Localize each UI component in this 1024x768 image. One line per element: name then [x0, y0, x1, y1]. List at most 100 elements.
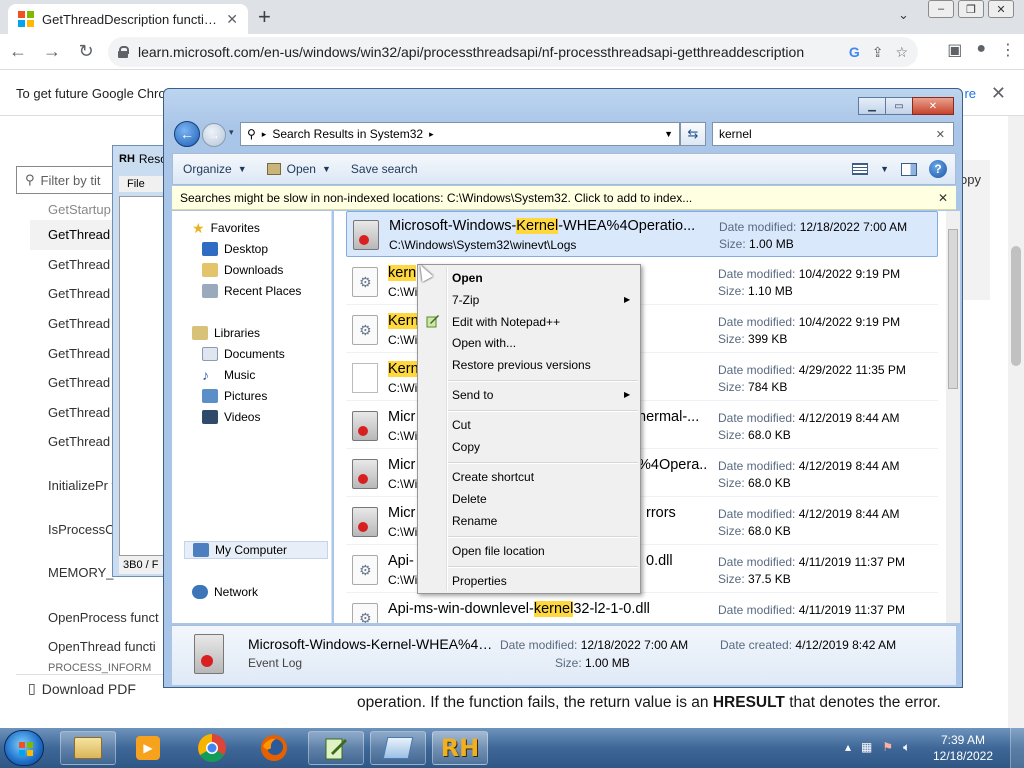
breadcrumb-arrow-icon[interactable]: ▸ — [429, 129, 434, 140]
menu-item-cut[interactable]: Cut — [452, 416, 471, 434]
tab-close-icon[interactable]: ✕ — [226, 11, 238, 28]
url-text[interactable]: learn.microsoft.com/en-us/windows/win32/… — [138, 44, 839, 60]
nav-my-computer[interactable]: My Computer — [184, 541, 328, 559]
nav-downloads[interactable]: Downloads — [202, 261, 283, 279]
index-warning-text[interactable]: Searches might be slow in non-indexed lo… — [180, 191, 692, 205]
restore-icon[interactable]: ❐ — [958, 0, 984, 18]
taskbar-chrome[interactable] — [184, 731, 240, 765]
nav-music[interactable]: ♪ Music — [202, 366, 255, 384]
page-scrollbar-thumb[interactable] — [1011, 246, 1021, 366]
taskbar-notepadpp[interactable] — [308, 731, 364, 765]
menu-item-send-to[interactable]: Send to — [452, 386, 493, 404]
back-arrow-icon[interactable]: ← — [174, 121, 200, 147]
share-icon[interactable]: ⇪ — [872, 44, 884, 61]
infobar-close-icon[interactable]: ✕ — [991, 83, 1006, 104]
file-row-selected[interactable]: Microsoft-Windows-Kernel-WHEA%4Operatio.… — [346, 211, 938, 257]
browser-tab[interactable]: GetThreadDescription function (p ✕ — [8, 4, 248, 34]
copy-code-button[interactable]: opy — [960, 172, 981, 187]
taskbar-resource-hacker[interactable]: RH — [432, 731, 488, 765]
action-center-flag-icon[interactable]: ⚑ — [882, 740, 893, 755]
reload-icon[interactable]: ↻ — [70, 36, 102, 68]
open-button[interactable]: Open ▼ — [257, 162, 341, 176]
minimize-icon[interactable]: ▁ — [858, 97, 886, 115]
menu-item-properties[interactable]: Properties — [452, 572, 507, 590]
size-label: Size: — [718, 572, 745, 586]
toc-item[interactable]: OpenThread functi — [48, 632, 168, 662]
command-bar: Organize ▼ Open ▼ Save search ▼ ? — [172, 153, 956, 185]
chrome-menu-icon[interactable]: ⋮ — [1000, 40, 1016, 60]
menu-item-restore-versions[interactable]: Restore previous versions — [452, 356, 591, 374]
download-pdf-button[interactable]: ▯ Download PDF — [16, 674, 166, 702]
tab-search-chevron-icon[interactable]: ⌄ — [898, 7, 909, 23]
index-warning-bar[interactable]: Searches might be slow in non-indexed lo… — [172, 186, 956, 210]
nav-recent-places[interactable]: Recent Places — [202, 282, 301, 300]
taskbar-clock[interactable]: 7:39 AM 12/18/2022 — [924, 732, 1002, 764]
menu-item-edit-notepadpp[interactable]: Edit with Notepad++ — [452, 313, 560, 331]
nav-pictures[interactable]: Pictures — [202, 387, 267, 405]
size-value: 1.00 MB — [585, 656, 630, 670]
menu-item-create-shortcut[interactable]: Create shortcut — [452, 468, 534, 486]
page-scrollbar[interactable] — [1008, 116, 1024, 728]
nav-favorites[interactable]: ★ Favorites — [192, 219, 260, 237]
results-scrollbar-thumb[interactable] — [948, 229, 958, 389]
bookmark-star-icon[interactable]: ☆ — [895, 44, 908, 61]
organize-button[interactable]: Organize ▼ — [173, 162, 257, 176]
forward-arrow-icon[interactable]: → — [202, 123, 226, 147]
network-tray-icon[interactable]: ▦ — [861, 740, 872, 755]
menu-item-copy[interactable]: Copy — [452, 438, 480, 456]
open-app-icon — [266, 163, 281, 175]
recent-pages-chevron-icon[interactable]: ▾ — [229, 127, 234, 138]
file-date: Date modified: 10/4/2022 9:19 PM — [718, 267, 900, 281]
toc-item[interactable]: PROCESS_INFORM — [48, 662, 168, 674]
help-icon[interactable]: ? — [929, 160, 947, 178]
close-window-icon[interactable]: ✕ — [988, 0, 1014, 18]
volume-icon[interactable]: 🔈︎ — [903, 740, 910, 755]
menu-item-open-with[interactable]: Open with... — [452, 334, 516, 352]
file-row[interactable]: Api-ms-win-downlevel-kernel32-l2-1-0.dll… — [346, 595, 938, 623]
profile-avatar-icon[interactable]: ● — [976, 40, 986, 60]
explorer-address-bar[interactable]: ⚲ ▸ Search Results in System32 ▸ ▼ — [240, 122, 680, 146]
show-desktop-button[interactable] — [1010, 728, 1024, 768]
nav-desktop[interactable]: Desktop — [202, 240, 268, 258]
new-tab-icon[interactable]: + — [258, 4, 271, 30]
minimize-icon[interactable]: – — [928, 0, 954, 18]
infobar-link[interactable]: re — [964, 86, 976, 101]
search-value[interactable]: kernel — [719, 127, 752, 141]
address-bar[interactable]: learn.microsoft.com/en-us/windows/win32/… — [108, 37, 918, 67]
nav-network[interactable]: Network — [192, 583, 258, 601]
show-hidden-icons-icon[interactable]: ▴ — [845, 740, 851, 755]
menu-item-open[interactable]: Open — [452, 269, 483, 287]
forward-arrow-icon[interactable]: → — [36, 36, 68, 68]
change-view-icon[interactable] — [852, 163, 869, 175]
nav-documents[interactable]: Documents — [202, 345, 285, 363]
address-dropdown-icon[interactable]: ▼ — [664, 129, 673, 139]
taskbar-firefox[interactable] — [246, 731, 302, 765]
toc-item[interactable]: OpenProcess funct — [48, 602, 168, 632]
maximize-icon[interactable]: ▭ — [885, 97, 913, 115]
nav-libraries[interactable]: Libraries — [192, 324, 260, 342]
taskbar-notepad[interactable] — [370, 731, 426, 765]
refresh-icon[interactable]: ⇆ — [680, 122, 706, 146]
close-icon[interactable]: ✕ — [912, 97, 954, 115]
side-panel-icon[interactable]: ▣ — [947, 40, 962, 60]
menu-item-7zip[interactable]: 7-Zip — [452, 291, 479, 309]
save-search-button[interactable]: Save search — [341, 162, 428, 176]
view-dropdown-icon[interactable]: ▼ — [880, 164, 889, 174]
start-button[interactable] — [4, 730, 44, 766]
nav-videos[interactable]: Videos — [202, 408, 260, 426]
menu-item-delete[interactable]: Delete — [452, 490, 487, 508]
preview-pane-icon[interactable] — [901, 162, 917, 176]
event-log-icon — [352, 459, 378, 489]
menu-item-rename[interactable]: Rename — [452, 512, 497, 530]
back-arrow-icon[interactable]: ← — [2, 36, 34, 68]
breadcrumb-location[interactable]: Search Results in System32 — [272, 127, 423, 141]
close-warning-icon[interactable]: ✕ — [938, 191, 948, 205]
breadcrumb-arrow-icon[interactable]: ▸ — [262, 129, 267, 140]
taskbar-media-player[interactable]: ▶ — [120, 731, 176, 765]
taskbar-explorer[interactable] — [60, 731, 116, 765]
lock-icon[interactable] — [118, 46, 129, 58]
google-translate-icon[interactable]: G — [849, 44, 860, 61]
clear-search-icon[interactable]: ✕ — [936, 128, 945, 141]
search-input[interactable]: kernel ✕ — [712, 122, 954, 146]
menu-item-open-file-location[interactable]: Open file location — [452, 542, 545, 560]
